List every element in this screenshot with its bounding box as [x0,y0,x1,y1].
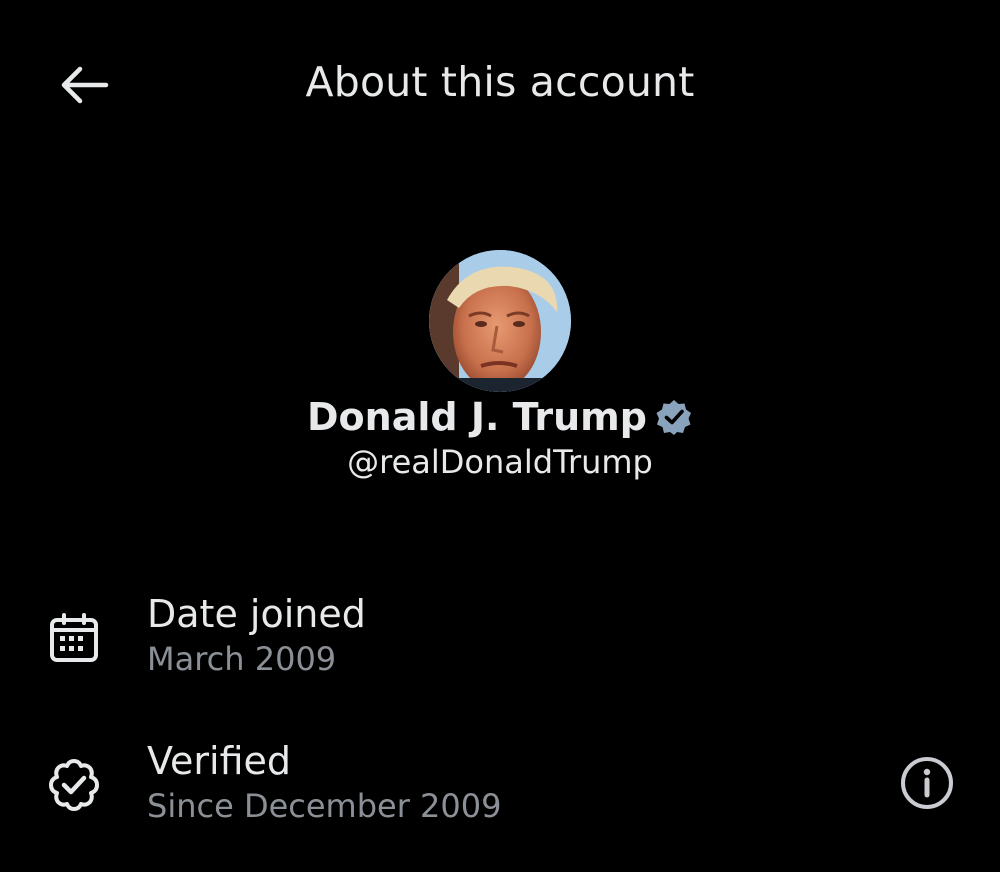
verified-check-icon [44,755,104,815]
info-icon [901,757,953,809]
calendar-icon [44,608,104,668]
display-name: Donald J. Trump [307,395,647,439]
name-row: Donald J. Trump [0,395,1000,439]
date-joined-text: Date joined March 2009 [147,590,366,680]
user-handle: @realDonaldTrump [347,443,653,481]
profile-summary: Donald J. Trump @realDonaldTrump [0,250,1000,481]
verified-row: Verified Since December 2009 [0,737,1000,837]
date-joined-row: Date joined March 2009 [0,590,1000,690]
verified-label: Verified [147,739,292,783]
date-joined-value: March 2009 [147,640,337,678]
page-title: About this account [305,58,695,106]
verified-text: Verified Since December 2009 [147,737,501,827]
verified-since-value: Since December 2009 [147,787,502,825]
info-button[interactable] [898,754,956,812]
avatar-image [429,250,571,392]
about-account-screen: About this account Donald J. Trump @real… [0,0,1000,872]
verified-badge-icon[interactable] [655,398,693,436]
date-joined-label: Date joined [147,592,366,636]
header: About this account [0,0,1000,170]
avatar[interactable] [429,250,571,392]
